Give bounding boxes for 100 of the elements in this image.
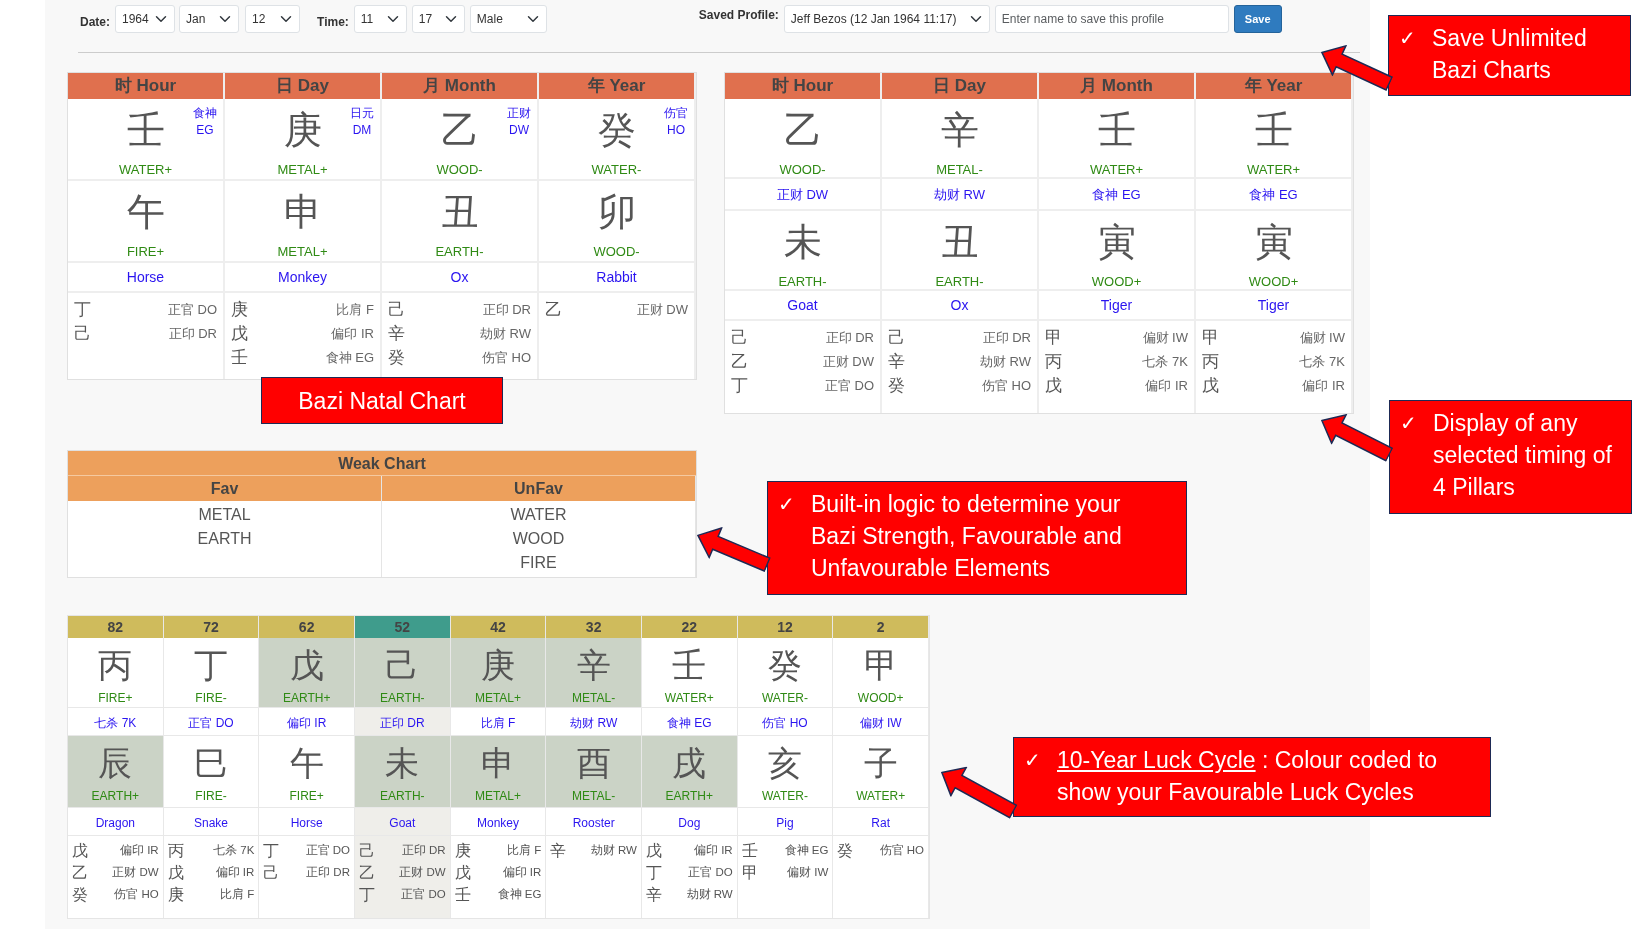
element-label: EARTH-: [380, 690, 425, 707]
element-label: EARTH-: [935, 273, 984, 291]
animal-label: Ox: [950, 296, 969, 315]
ten-god-label: 偏印 IR: [119, 843, 159, 859]
hidden-stem: 乙: [72, 863, 88, 883]
element-label: EARTH+: [91, 788, 140, 805]
branch-character: 丑: [940, 223, 979, 261]
element-label: WOOD+: [857, 690, 904, 707]
hidden-stem: 辛: [888, 351, 905, 373]
hidden-stem: 丁: [263, 841, 280, 861]
animal-label: Goat: [787, 296, 818, 315]
element-label: WATER: [510, 505, 567, 525]
ten-god-label: 比肩 F: [507, 843, 542, 859]
stem-character: 壬: [672, 648, 707, 682]
age-header[interactable]: 42: [450, 616, 546, 638]
animal-label: Rabbit: [596, 268, 637, 287]
stem-character: 壬: [1254, 111, 1293, 149]
element-label: WATER+: [118, 161, 173, 179]
hidden-stem: 己: [74, 323, 91, 345]
animal-label: Dog: [678, 815, 701, 832]
ten-god-label: 正印 DR: [982, 329, 1031, 348]
ten-god-label: 伤官 HO: [879, 843, 924, 859]
ten-god-label: 正财 DW: [112, 865, 159, 881]
hidden-stem: 癸: [837, 841, 854, 861]
ten-god-label: 劫财 RW: [933, 186, 985, 204]
element-label: EARTH-: [380, 788, 425, 805]
ten-god-label: 正印 DR: [306, 865, 350, 881]
column-header: 时 Hour: [725, 73, 880, 99]
element-label: FIRE: [520, 553, 557, 573]
day-select[interactable]: 12: [245, 5, 300, 33]
hidden-stem: 戊: [454, 863, 471, 883]
hidden-stem: 辛: [646, 885, 662, 905]
stem-character: 癸: [597, 111, 636, 149]
ten-god-label: 正财 DW: [636, 301, 688, 320]
age-header[interactable]: 72: [163, 616, 259, 638]
stem-character: 壬: [126, 111, 165, 149]
hidden-stem: 乙: [731, 351, 748, 373]
stem-character: 癸: [768, 648, 802, 682]
check-mark: ✓: [778, 492, 795, 517]
ten-god-label: 正官 DO: [188, 715, 234, 732]
animal-label: Snake: [193, 815, 228, 832]
age-header[interactable]: 12: [737, 616, 833, 638]
ten-god-label: 劫财 RW: [479, 325, 531, 344]
ten-god-label: 食神 EG: [667, 715, 712, 732]
hour-select[interactable]: 11: [353, 5, 407, 33]
hidden-stem: 丁: [74, 299, 91, 321]
hidden-stem: 戊: [72, 841, 88, 861]
profile-select[interactable]: Jeff Bezos (12 Jan 1964 11:17): [783, 5, 990, 33]
ten-god-label: 伤官 HO: [114, 887, 159, 903]
element-label: FIRE+: [126, 243, 165, 261]
branch-character: 寅: [1097, 223, 1136, 261]
age-header[interactable]: 32: [546, 616, 641, 638]
gender-select[interactable]: Male: [469, 5, 547, 33]
element-label: WOOD+: [1091, 273, 1142, 291]
check-mark: ✓: [1399, 26, 1416, 51]
ten-god-label: 偏财 IW: [1299, 329, 1345, 348]
column-header: 月 Month: [382, 73, 537, 99]
hidden-stem: 庚: [231, 299, 248, 321]
stem-character: 辛: [940, 111, 979, 149]
ten-god-label: 偏印 IR: [502, 865, 542, 881]
ten-god-label: 七杀 7K: [213, 843, 255, 859]
ten-god-label: 食神 EG: [784, 843, 829, 859]
branch-character: 巳: [194, 746, 228, 780]
name-input[interactable]: Enter name to save this profile: [994, 5, 1229, 33]
hidden-stem: 壬: [454, 885, 471, 905]
hidden-stem: 庚: [167, 885, 184, 905]
callout-link[interactable]: 10-Year Luck Cycle: [1057, 747, 1256, 773]
age-header[interactable]: 62: [259, 616, 354, 638]
hidden-stem: 己: [359, 841, 375, 861]
save-button[interactable]: Save: [1233, 5, 1282, 33]
ten-god-label: 伤官 HO: [481, 349, 531, 368]
hidden-stem: 丁: [731, 375, 748, 397]
age-header[interactable]: 22: [642, 616, 737, 638]
element-label: WATER+: [856, 788, 906, 805]
ten-god-label: 偏财 IW: [859, 715, 902, 732]
hidden-stem: 丁: [359, 885, 375, 905]
age-header[interactable]: 82: [68, 616, 163, 638]
element-label: EARTH-: [778, 273, 827, 291]
branch-character: 辰: [98, 746, 133, 780]
check-mark: ✓: [1024, 748, 1041, 773]
ten-god-label: 伤官 HO: [762, 715, 808, 732]
ten-god-label: 食神 EG: [1249, 186, 1298, 204]
month-select[interactable]: Jan: [179, 5, 239, 33]
stem-character: 戊: [289, 648, 324, 682]
age-header[interactable]: 2: [833, 616, 928, 638]
minute-select[interactable]: 17: [411, 5, 465, 33]
element-label: WATER-: [591, 161, 642, 179]
column-header: 日 Day: [882, 73, 1037, 99]
stem-character: 庚: [481, 648, 515, 682]
animal-label: Dragon: [95, 815, 135, 832]
element-label: METAL+: [277, 161, 328, 179]
age-header[interactable]: 52: [355, 616, 450, 638]
year-select[interactable]: 1964: [115, 5, 175, 33]
ten-god-label: 伤官 HO: [981, 377, 1031, 396]
ten-god-label: 日元: [350, 105, 374, 122]
hidden-stem: 甲: [1202, 327, 1219, 349]
ten-god-label: 七杀 7K: [1142, 353, 1188, 372]
ten-god-label: 偏印 IR: [693, 843, 733, 859]
ten-god-label: 正印 DR: [380, 715, 425, 732]
element-label: EARTH+: [282, 690, 331, 707]
